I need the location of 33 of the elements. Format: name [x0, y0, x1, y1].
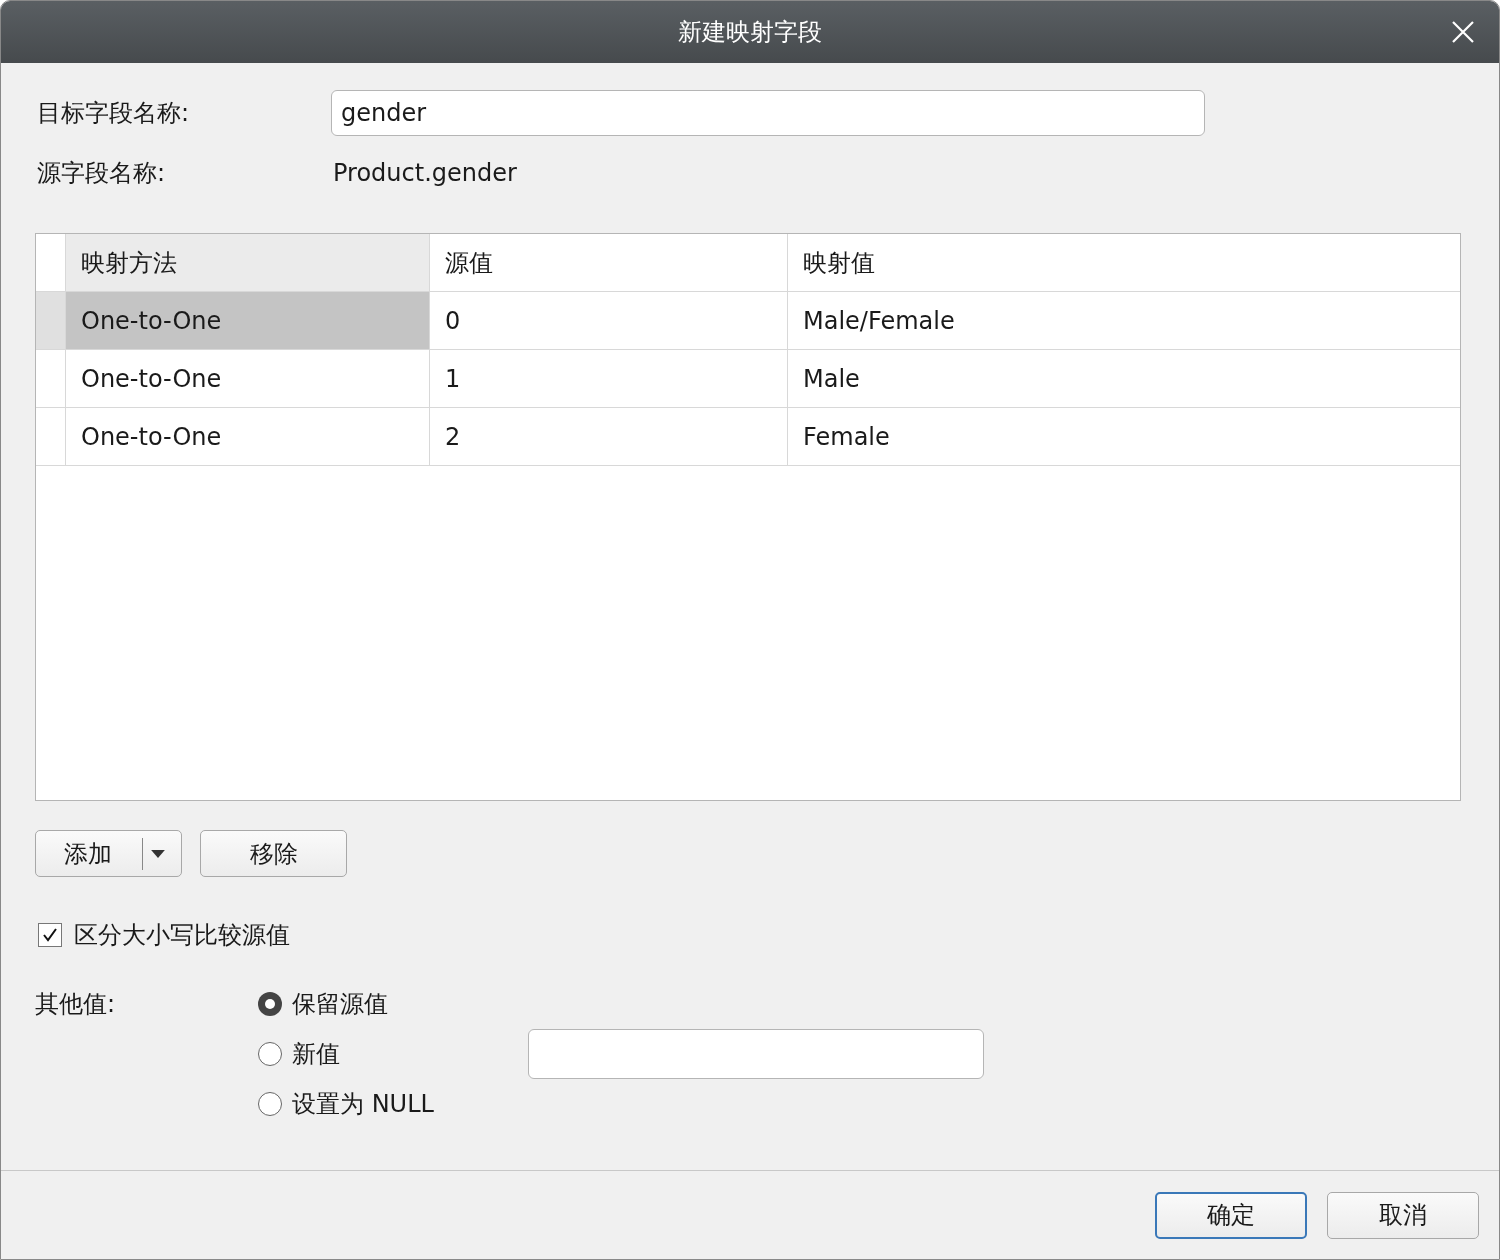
field-label: 源字段名称: — [36, 158, 167, 189]
window-title: 新建映射字段 — [678, 17, 822, 48]
column-header[interactable]: 源值 — [430, 234, 788, 291]
field-label: 目标字段名称: — [36, 98, 191, 129]
column-header[interactable]: 映射方法 — [66, 234, 430, 291]
radio-button[interactable] — [258, 992, 282, 1016]
radio-button[interactable] — [258, 1092, 282, 1116]
target-field-input[interactable]: gender — [331, 90, 1205, 136]
remove-button[interactable]: 移除 — [200, 830, 347, 877]
radio-label: 新值 — [292, 1039, 340, 1070]
radio-label: 设置为 NULL — [292, 1089, 434, 1120]
new-value-input[interactable] — [528, 1029, 984, 1079]
table-cell[interactable]: 1 — [430, 350, 788, 407]
table-cell[interactable]: Male/Female — [788, 292, 1460, 349]
other-values-label: 其他值: — [35, 989, 117, 1020]
table-cell[interactable]: 2 — [430, 408, 788, 465]
table-cell[interactable]: One-to-One — [66, 350, 430, 407]
table-cell[interactable]: 0 — [430, 292, 788, 349]
table-cell[interactable]: One-to-One — [66, 408, 430, 465]
close-icon[interactable] — [1451, 20, 1475, 44]
table-cell[interactable]: Female — [788, 408, 1460, 465]
checkbox[interactable] — [38, 923, 62, 947]
dialog-button[interactable]: 确定 — [1155, 1191, 1307, 1239]
table-cell[interactable]: One-to-One — [66, 292, 430, 349]
source-field-value: Product.gender — [332, 159, 517, 187]
table-cell[interactable]: Male — [788, 350, 1460, 407]
caret-icon — [151, 849, 165, 858]
radio-label: 保留源值 — [292, 989, 388, 1020]
checkbox-label: 区分大小写比较源值 — [74, 920, 290, 951]
radio-button[interactable] — [258, 1042, 282, 1066]
dialog-button[interactable]: 取消 — [1327, 1191, 1479, 1239]
column-header[interactable]: 映射值 — [788, 234, 1460, 291]
add-split-button[interactable]: 添加 — [35, 830, 182, 877]
